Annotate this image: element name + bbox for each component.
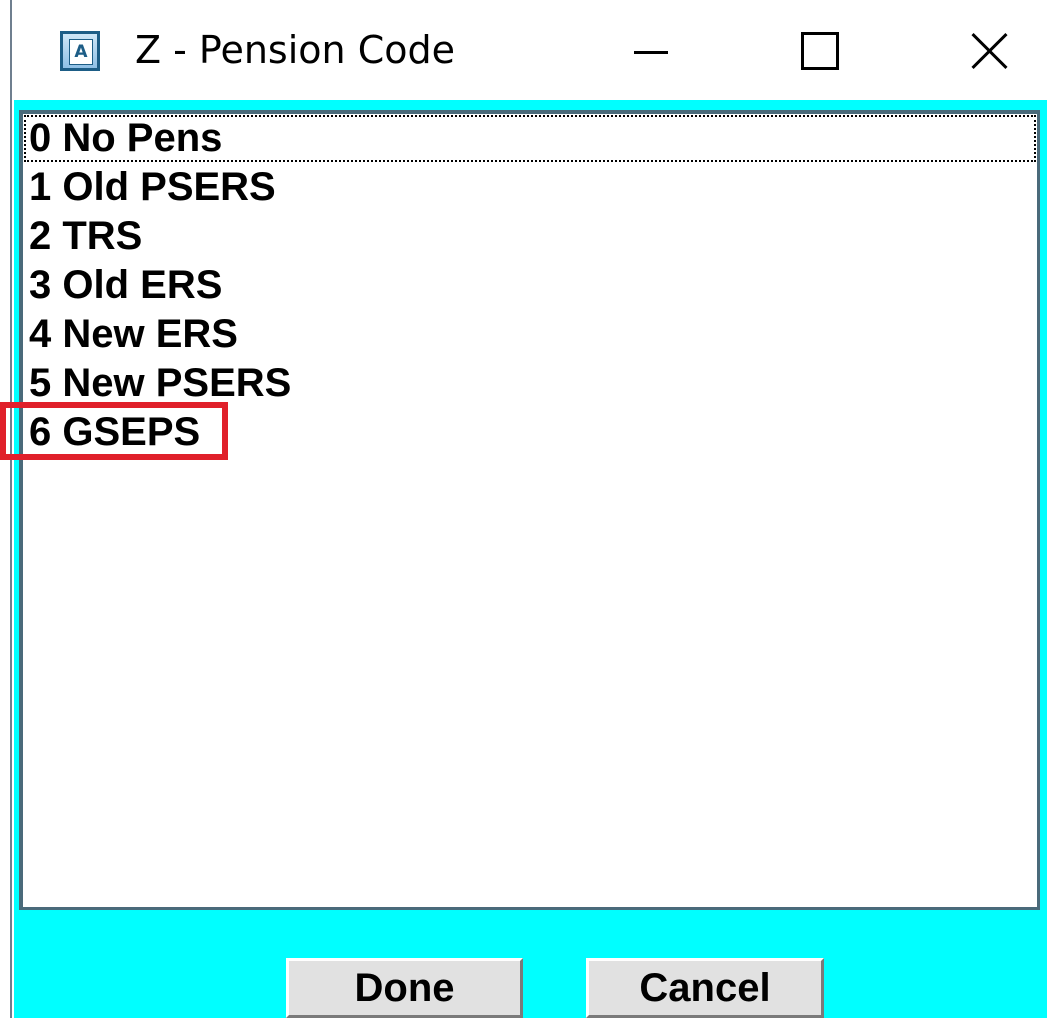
list-item[interactable]: 3 Old ERS — [23, 261, 1037, 310]
list-item[interactable]: 2 TRS — [23, 212, 1037, 261]
list-item[interactable]: 0 No Pens — [23, 114, 1037, 163]
maximize-button[interactable] — [779, 14, 859, 86]
minimize-icon — [634, 51, 668, 54]
list-item[interactable]: 5 New PSERS — [23, 359, 1037, 408]
list-item[interactable]: 4 New ERS — [23, 310, 1037, 359]
app-icon-letter: A — [69, 39, 93, 65]
window-title: Z - Pension Code — [135, 28, 455, 72]
done-button[interactable]: Done — [286, 958, 523, 1018]
dialog-client-area: 0 No Pens 1 Old PSERS 2 TRS 3 Old ERS 4 … — [14, 100, 1047, 1018]
title-bar[interactable]: A Z - Pension Code — [14, 0, 1047, 100]
pension-code-dialog: A Z - Pension Code 0 No Pens 1 Old PSERS… — [0, 0, 1047, 1018]
maximize-icon — [801, 32, 839, 70]
close-button[interactable] — [949, 14, 1029, 86]
minimize-button[interactable] — [614, 14, 694, 86]
close-icon — [971, 32, 1009, 70]
app-icon[interactable]: A — [60, 31, 100, 71]
list-item[interactable]: 6 GSEPS — [23, 408, 1037, 457]
pension-code-listbox[interactable]: 0 No Pens 1 Old PSERS 2 TRS 3 Old ERS 4 … — [19, 110, 1040, 910]
cancel-button[interactable]: Cancel — [586, 958, 824, 1018]
window-left-edge — [0, 0, 12, 1018]
list-item[interactable]: 1 Old PSERS — [23, 163, 1037, 212]
